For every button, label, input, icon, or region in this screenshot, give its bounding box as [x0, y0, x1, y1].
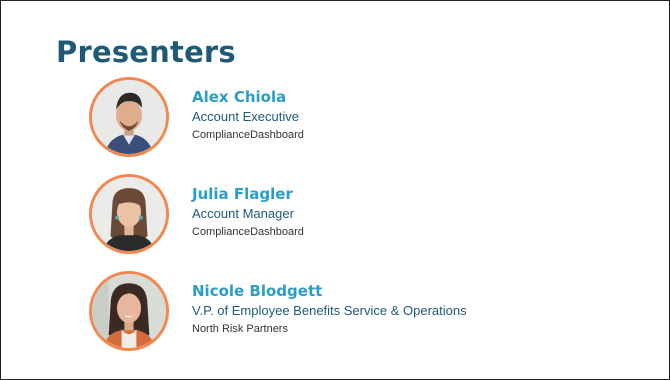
presenter-photo-julia-flagler	[89, 174, 169, 254]
presenter-info: Nicole Blodgett V.P. of Employee Benefit…	[192, 282, 467, 336]
slide-title: Presenters	[56, 35, 236, 69]
portrait-nicole-blodgett	[92, 274, 166, 348]
presenter-role: V.P. of Employee Benefits Service & Oper…	[192, 303, 467, 318]
presenter-info: Julia Flagler Account Manager Compliance…	[192, 185, 304, 239]
portrait-alex-chiola	[92, 80, 166, 154]
portrait-julia-flagler	[92, 177, 166, 251]
presenter-card-nicole-blodgett: Nicole Blodgett V.P. of Employee Benefit…	[89, 271, 609, 357]
presenter-card-alex-chiola: Alex Chiola Account Executive Compliance…	[89, 77, 609, 163]
presenter-role: Account Executive	[192, 109, 299, 124]
presenter-company: North Risk Partners	[192, 323, 288, 335]
presenter-photo-alex-chiola	[89, 77, 169, 157]
presenter-company: ComplianceDashboard	[192, 129, 304, 141]
presenter-name: Julia Flagler	[192, 185, 293, 203]
presenter-role: Account Manager	[192, 206, 294, 221]
presenter-company: ComplianceDashboard	[192, 226, 304, 238]
presenter-name: Alex Chiola	[192, 88, 287, 106]
presenter-info: Alex Chiola Account Executive Compliance…	[192, 88, 304, 142]
presenter-photo-nicole-blodgett	[89, 271, 169, 351]
presenter-card-julia-flagler: Julia Flagler Account Manager Compliance…	[89, 174, 609, 260]
presenter-name: Nicole Blodgett	[192, 282, 323, 300]
presenters-slide: Presenters Alex Chiola Account Executive…	[0, 0, 670, 380]
